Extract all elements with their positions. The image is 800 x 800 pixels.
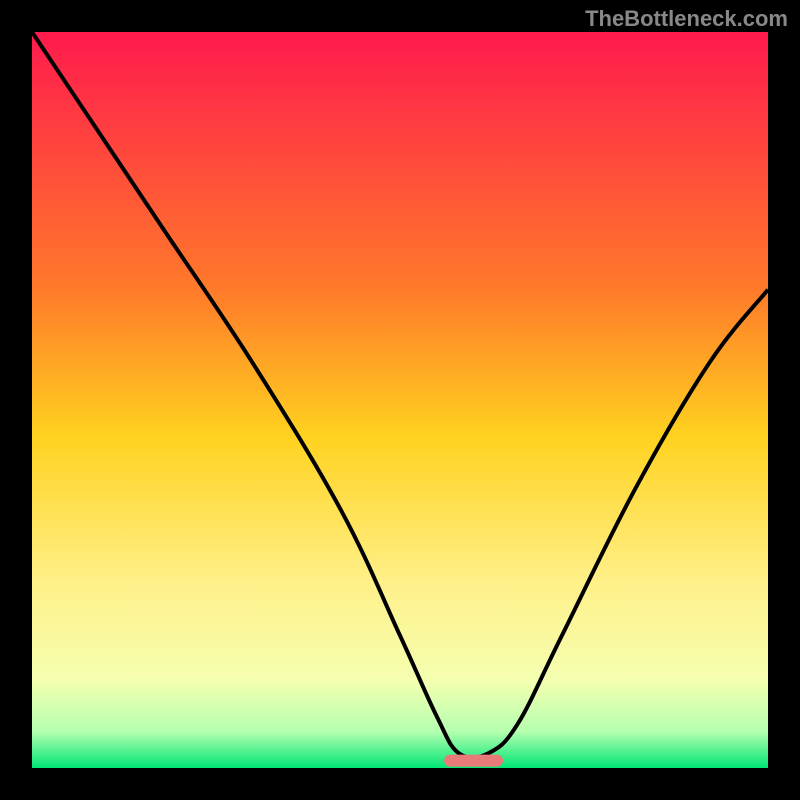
plot-area (32, 32, 768, 768)
watermark-text: TheBottleneck.com (585, 6, 788, 32)
optimum-marker (444, 755, 503, 767)
bottleneck-chart (32, 32, 768, 768)
chart-background (32, 32, 768, 768)
